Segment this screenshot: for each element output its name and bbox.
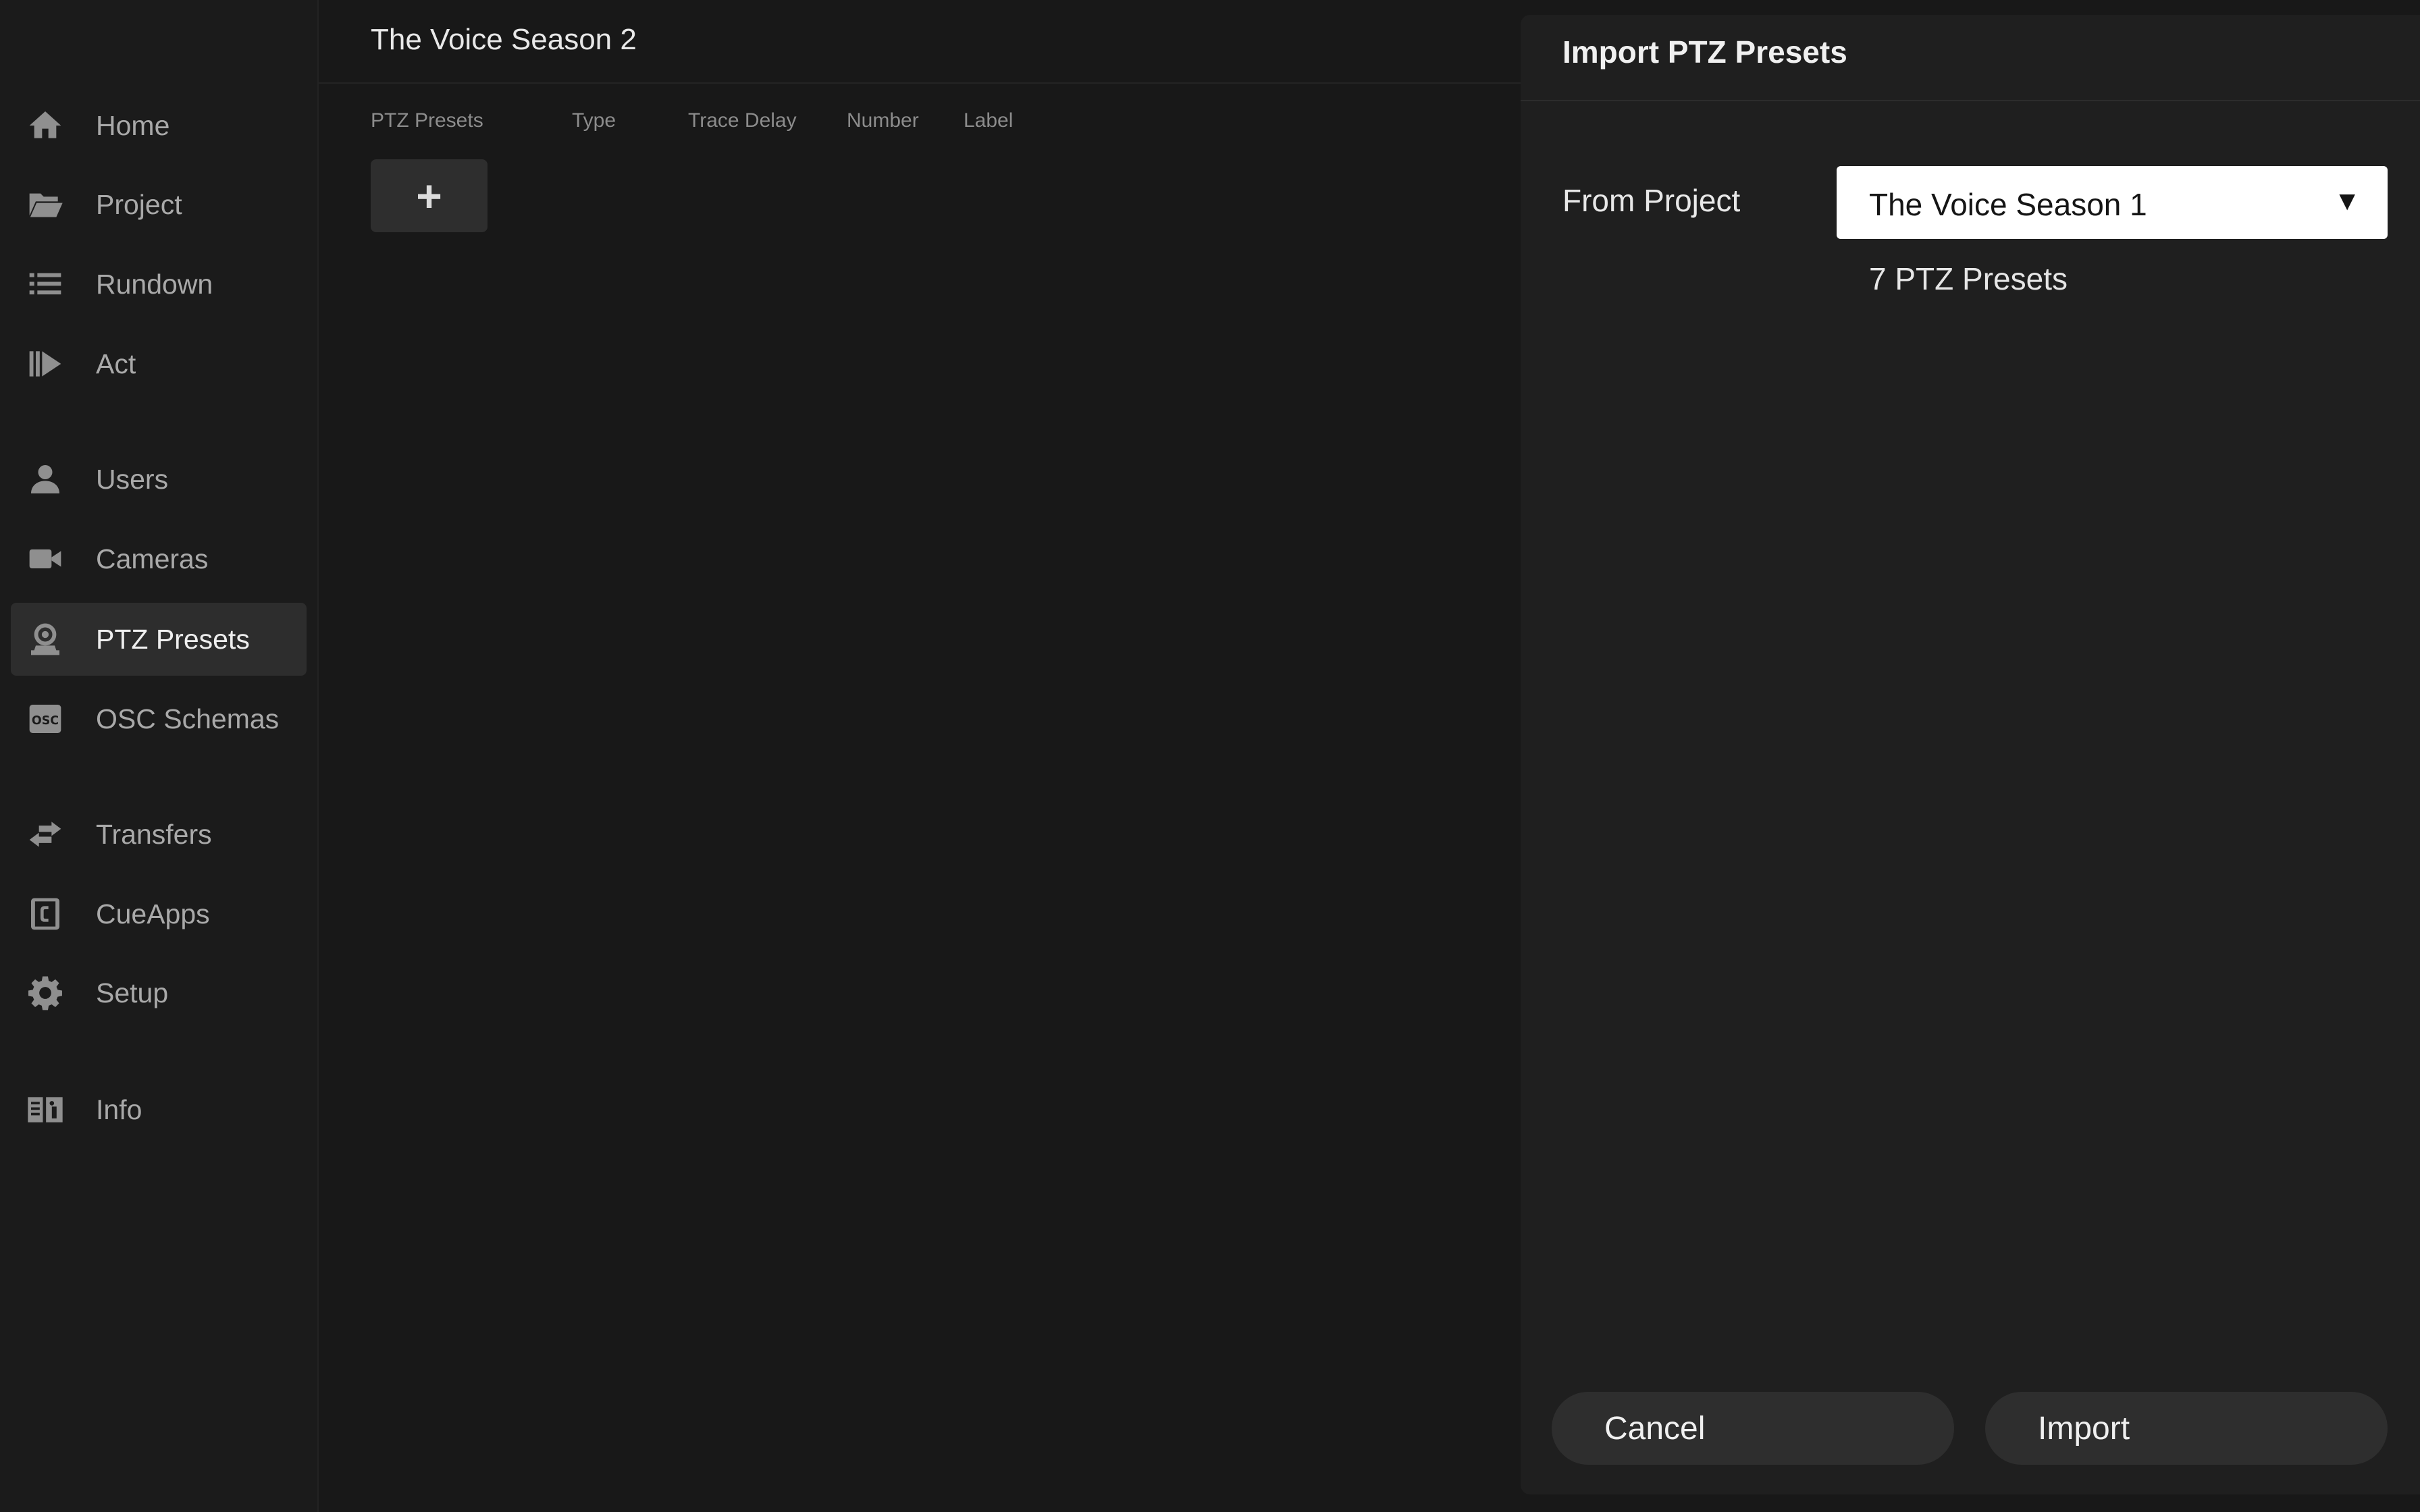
sidebar-item-rundown[interactable]: Rundown	[11, 248, 307, 321]
sidebar-item-cameras[interactable]: Cameras	[11, 522, 307, 595]
column-header-number: Number	[847, 109, 919, 132]
sidebar-item-osc-schemas[interactable]: OSC OSC Schemas	[11, 682, 307, 755]
sidebar-item-cueapps[interactable]: CueApps	[11, 878, 307, 950]
project-select-value: The Voice Season 1	[1869, 187, 2147, 222]
sidebar-item-label: Users	[96, 463, 169, 495]
ptz-camera-icon	[24, 618, 66, 660]
cancel-button[interactable]: Cancel	[1552, 1392, 1954, 1465]
sidebar-item-label: Transfers	[96, 818, 212, 850]
add-preset-button[interactable]: +	[371, 159, 488, 232]
column-header-trace-delay: Trace Delay	[688, 109, 797, 132]
sidebar-item-label: Setup	[96, 977, 169, 1008]
book-info-icon	[24, 1089, 66, 1131]
sidebar-item-transfers[interactable]: Transfers	[11, 798, 307, 871]
project-title: The Voice Season 2	[371, 23, 637, 56]
video-camera-icon	[24, 538, 66, 580]
list-icon	[24, 263, 66, 305]
play-icon	[24, 343, 66, 385]
sidebar-item-label: Project	[96, 188, 182, 220]
sidebar-item-label: OSC Schemas	[96, 703, 280, 734]
sidebar-item-info[interactable]: Info	[11, 1073, 307, 1146]
title-divider	[319, 82, 1521, 84]
sidebar-item-label: Act	[96, 348, 136, 379]
import-ptz-presets-dialog: Import PTZ Presets From Project The Voic…	[1521, 15, 2420, 1494]
main-content: The Voice Season 2 PTZ Presets Type Trac…	[319, 0, 1521, 1512]
chevron-down-icon: ▼	[2334, 186, 2361, 216]
column-header-ptz-presets: PTZ Presets	[371, 109, 483, 132]
sidebar-item-label: Cameras	[96, 543, 209, 574]
sidebar-item-project[interactable]: Project	[11, 168, 307, 241]
sidebar-item-label: CueApps	[96, 898, 210, 929]
sidebar-item-ptz-presets[interactable]: PTZ Presets	[11, 603, 307, 676]
user-icon	[24, 458, 66, 500]
home-icon	[24, 105, 66, 146]
folder-open-icon	[24, 184, 66, 225]
sidebar-item-users[interactable]: Users	[11, 443, 307, 516]
sidebar-item-label: Home	[96, 109, 170, 141]
dialog-title: Import PTZ Presets	[1562, 34, 1847, 70]
sidebar-item-act[interactable]: Act	[11, 327, 307, 400]
osc-icon: OSC	[24, 698, 66, 740]
transfer-arrows-icon	[24, 813, 66, 855]
column-header-type: Type	[572, 109, 616, 132]
import-button[interactable]: Import	[1985, 1392, 2388, 1465]
sidebar-item-label: Rundown	[96, 268, 213, 300]
sidebar-item-label: PTZ Presets	[96, 623, 250, 655]
cueapps-icon	[24, 893, 66, 935]
sidebar-item-home[interactable]: Home	[11, 89, 307, 162]
from-project-label: From Project	[1562, 183, 1741, 218]
sidebar-item-setup[interactable]: Setup	[11, 956, 307, 1029]
dialog-divider	[1521, 100, 2420, 101]
project-select[interactable]: The Voice Season 1 ▼	[1837, 166, 2388, 239]
sidebar-item-label: Info	[96, 1094, 142, 1125]
preset-count-text: 7 PTZ Presets	[1869, 261, 2068, 296]
gear-icon	[24, 972, 66, 1014]
column-header-label: Label	[964, 109, 1014, 132]
svg-text:OSC: OSC	[32, 714, 59, 728]
sidebar: Home Project Rundown Act Users Cameras P…	[0, 0, 319, 1512]
